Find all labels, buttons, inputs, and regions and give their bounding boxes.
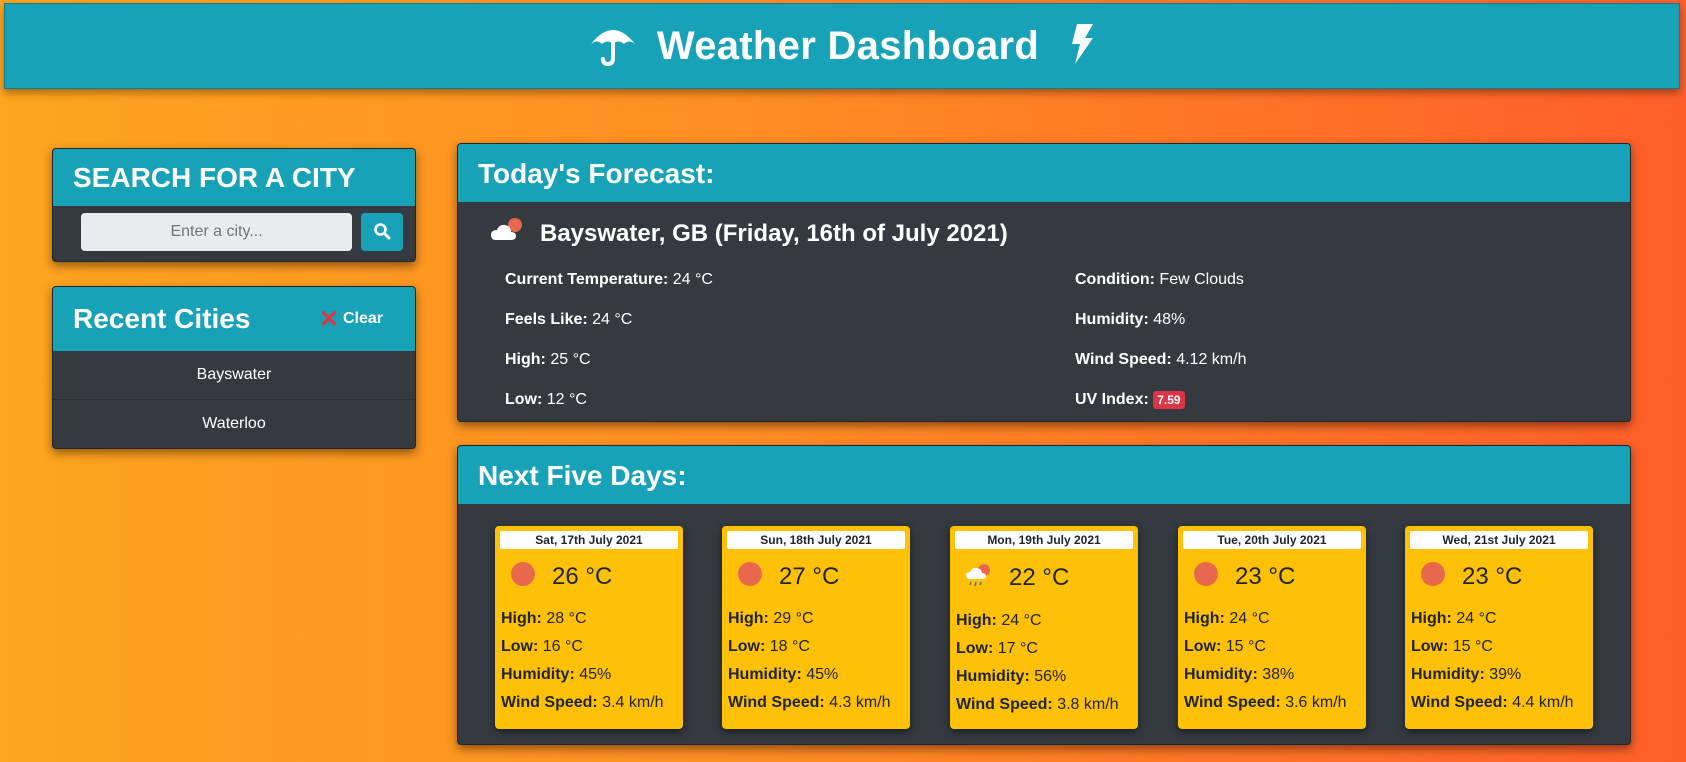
forecast-low: Low: 16 °C [501, 638, 583, 655]
forecast-humidity: Humidity: 38% [1184, 666, 1295, 683]
forecast-wind: Wind Speed: 3.8 km/h [956, 696, 1119, 713]
humidity: Humidity: 48% [1075, 311, 1186, 328]
app-header: Weather Dashboard [4, 3, 1680, 89]
todays-forecast-title: Today's Forecast: [458, 144, 1630, 202]
forecast-temp: 27 °C [779, 562, 840, 590]
recent-cities-header: Recent Cities ✕ Clear [53, 287, 415, 351]
recent-city-item[interactable]: Waterloo [53, 400, 415, 448]
wind-speed: Wind Speed: 4.12 km/h [1075, 351, 1247, 368]
forecast-day-card: Sat, 17th July 2021 26 °C High: 28 °C Lo… [495, 526, 683, 729]
clear-sun-icon [510, 561, 536, 592]
recent-city-item[interactable]: Bayswater [53, 351, 415, 400]
next-five-days-title: Next Five Days: [458, 446, 1630, 504]
uv-index: UV Index: 7.59 [1075, 391, 1185, 409]
rain-cloud-icon [965, 561, 993, 594]
forecast-low: Low: 15 °C [1184, 638, 1266, 655]
forecast-high: High: 24 °C [956, 612, 1042, 629]
close-icon: ✕ [318, 305, 339, 333]
forecast-wind: Wind Speed: 4.3 km/h [728, 694, 891, 711]
forecast-date: Tue, 20th July 2021 [1183, 531, 1361, 549]
forecast-high: High: 28 °C [501, 610, 587, 627]
clear-button[interactable]: ✕ Clear [319, 305, 383, 334]
high-temp: High: 25 °C [505, 351, 591, 368]
feels-like: Feels Like: 24 °C [505, 311, 633, 328]
clear-sun-icon [737, 561, 763, 592]
city-search-input[interactable] [81, 213, 353, 251]
forecast-date: Mon, 19th July 2021 [955, 531, 1133, 549]
umbrella-icon [589, 22, 637, 71]
forecast-date: Wed, 21st July 2021 [1410, 531, 1588, 549]
clear-sun-icon [1420, 561, 1446, 592]
condition: Condition: Few Clouds [1075, 271, 1244, 288]
few-clouds-icon [490, 216, 540, 251]
forecast-wind: Wind Speed: 4.4 km/h [1411, 694, 1574, 711]
forecast-temp: 23 °C [1462, 562, 1523, 590]
forecast-day-card: Tue, 20th July 2021 23 °C High: 24 °C Lo… [1178, 526, 1366, 729]
forecast-day-card: Mon, 19th July 2021 22 °C High: 24 °C Lo… [950, 526, 1138, 729]
page-title: Weather Dashboard [656, 23, 1040, 68]
clear-sun-icon [1193, 561, 1219, 592]
todays-forecast-card: Today's Forecast: Bayswater, GB (Friday,… [457, 143, 1631, 422]
clear-label: Clear [342, 310, 383, 327]
forecast-high: High: 24 °C [1184, 610, 1270, 627]
forecast-low: Low: 17 °C [956, 640, 1038, 657]
current-temperature: Current Temperature: 24 °C [505, 271, 713, 288]
search-row [53, 206, 415, 251]
forecast-low: Low: 18 °C [728, 638, 810, 655]
forecast-day-card: Wed, 21st July 2021 23 °C High: 24 °C Lo… [1405, 526, 1593, 729]
forecast-date: Sun, 18th July 2021 [727, 531, 905, 549]
forecast-humidity: Humidity: 39% [1411, 666, 1522, 683]
forecast-temp: 23 °C [1235, 562, 1296, 590]
forecast-wind: Wind Speed: 3.4 km/h [501, 694, 664, 711]
search-icon [373, 222, 391, 243]
forecast-day-card: Sun, 18th July 2021 27 °C High: 29 °C Lo… [722, 526, 910, 729]
forecast-temp: 26 °C [552, 562, 613, 590]
forecast-high: High: 29 °C [728, 610, 814, 627]
search-button[interactable] [361, 213, 403, 251]
forecast-humidity: Humidity: 56% [956, 668, 1067, 685]
forecast-low: Low: 15 °C [1411, 638, 1493, 655]
lightning-bolt-icon [1067, 22, 1095, 71]
recent-cities-card: Recent Cities ✕ Clear Bayswater Waterloo [52, 286, 416, 449]
forecast-humidity: Humidity: 45% [728, 666, 839, 683]
search-card: SEARCH FOR A CITY [52, 148, 416, 262]
search-card-title: SEARCH FOR A CITY [53, 149, 415, 206]
current-location: Bayswater, GB (Friday, 16th of July 2021… [458, 202, 1630, 251]
next-five-days-card: Next Five Days: Sat, 17th July 2021 26 °… [457, 445, 1631, 745]
uv-index-badge: 7.59 [1153, 391, 1185, 409]
forecast-high: High: 24 °C [1411, 610, 1497, 627]
low-temp: Low: 12 °C [505, 391, 587, 408]
forecast-date: Sat, 17th July 2021 [500, 531, 678, 549]
recent-cities-title: Recent Cities [73, 303, 251, 334]
location-heading: Bayswater, GB (Friday, 16th of July 2021… [540, 219, 1008, 247]
forecast-humidity: Humidity: 45% [501, 666, 612, 683]
forecast-wind: Wind Speed: 3.6 km/h [1184, 694, 1347, 711]
forecast-temp: 22 °C [1009, 563, 1070, 591]
